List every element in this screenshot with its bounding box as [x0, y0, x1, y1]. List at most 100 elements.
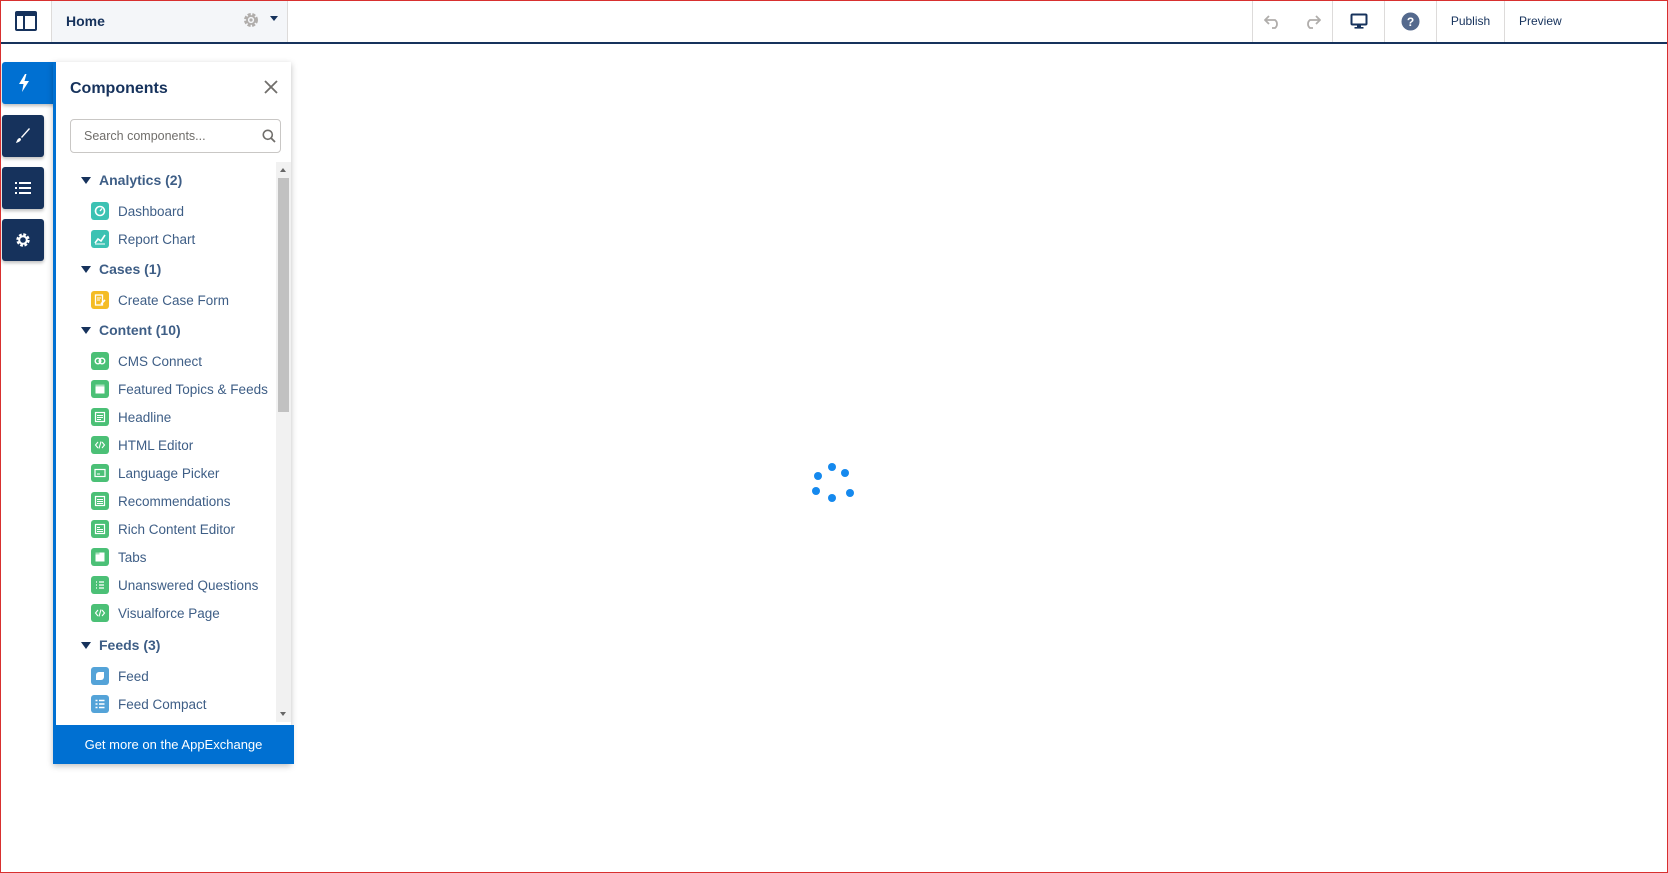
publish-button[interactable]: Publish — [1451, 0, 1490, 42]
component-label: Unanswered Questions — [118, 577, 259, 593]
component-language-picker[interactable]: Language Picker — [91, 462, 219, 484]
close-icon[interactable] — [264, 80, 278, 94]
rail-components-button[interactable] — [2, 62, 56, 104]
component-label: Visualforce Page — [118, 605, 220, 621]
spinner-dot — [814, 472, 822, 480]
layout-icon — [14, 11, 37, 31]
rail-theme-button[interactable] — [2, 115, 44, 157]
spinner-dot — [828, 494, 836, 502]
component-feed-compact[interactable]: Feed Compact — [91, 693, 207, 715]
components-panel: Components Analytics (2) Dashboard Repo — [53, 62, 294, 764]
component-create-case-form[interactable]: Create Case Form — [91, 289, 229, 311]
chevron-down-icon — [81, 265, 91, 273]
component-tabs[interactable]: Tabs — [91, 546, 147, 568]
component-featured-topics-feeds[interactable]: Featured Topics & Feeds — [91, 378, 268, 400]
component-label: Tabs — [118, 549, 147, 565]
component-label: Language Picker — [118, 465, 220, 481]
search-input[interactable] — [71, 120, 256, 152]
scroll-down-icon[interactable] — [280, 712, 286, 716]
panel-title: Components — [70, 80, 168, 97]
component-report-chart[interactable]: Report Chart — [91, 228, 195, 250]
spinner-dot — [828, 463, 836, 471]
group-analytics[interactable]: Analytics (2) — [81, 170, 182, 190]
list-icon — [15, 182, 31, 194]
builder-toolbar: Home ? Publish Preview — [0, 0, 1668, 44]
spinner-dot — [812, 487, 820, 495]
group-label: Cases (1) — [99, 261, 162, 277]
component-label: Feed Compact — [118, 696, 207, 712]
preview-button[interactable]: Preview — [1519, 0, 1562, 42]
help-group: ? — [1384, 0, 1436, 42]
panel-header: Components — [56, 62, 291, 114]
loading-spinner — [810, 463, 854, 507]
publish-group: Publish — [1436, 0, 1504, 42]
brush-icon — [16, 128, 30, 143]
group-label: Feeds (3) — [99, 637, 161, 653]
component-headline[interactable]: Headline — [91, 406, 171, 428]
preview-group: Preview — [1504, 0, 1668, 42]
feed-compact-icon — [91, 695, 109, 713]
component-label: CMS Connect — [118, 353, 203, 369]
search-icon — [262, 129, 276, 143]
component-label: Report Chart — [118, 231, 196, 247]
app-menu-button[interactable] — [0, 0, 52, 42]
spinner-dot — [841, 469, 849, 477]
appexchange-button[interactable]: Get more on the AppExchange — [53, 725, 294, 764]
dashboard-icon — [91, 202, 109, 220]
component-feed[interactable]: Feed — [91, 665, 149, 687]
scrollbar-thumb[interactable] — [278, 178, 289, 412]
headline-icon — [91, 408, 109, 426]
component-label: Rich Content Editor — [118, 521, 236, 537]
help-button[interactable]: ? — [1391, 0, 1431, 42]
chevron-down-icon — [81, 326, 91, 334]
desktop-icon — [1350, 13, 1367, 29]
rich-text-icon — [91, 520, 109, 538]
device-group — [1332, 0, 1384, 42]
feed-icon — [91, 667, 109, 685]
component-label: Headline — [118, 409, 172, 425]
device-preview-button[interactable] — [1339, 0, 1379, 42]
group-content[interactable]: Content (10) — [81, 320, 181, 340]
chevron-down-icon[interactable] — [270, 16, 278, 21]
component-label: Feed — [118, 668, 149, 684]
component-html-editor[interactable]: HTML Editor — [91, 434, 193, 456]
link-icon — [91, 352, 109, 370]
rail-page-structure-button[interactable] — [2, 167, 44, 209]
scrollbar[interactable] — [276, 162, 291, 722]
components-list: Analytics (2) Dashboard Report Chart Cas… — [56, 162, 276, 722]
component-label: Recommendations — [118, 493, 231, 509]
component-dashboard[interactable]: Dashboard — [91, 200, 184, 222]
component-label: Featured Topics & Feeds — [118, 381, 268, 397]
list-icon — [91, 576, 109, 594]
group-label: Content (10) — [99, 322, 181, 338]
group-label: Analytics (2) — [99, 172, 183, 188]
code-icon — [91, 436, 109, 454]
component-unanswered-questions[interactable]: Unanswered Questions — [91, 574, 258, 596]
component-recommendations[interactable]: Recommendations — [91, 490, 231, 512]
gear-icon — [16, 233, 30, 247]
recommendations-icon — [91, 492, 109, 510]
tabs-icon — [91, 548, 109, 566]
chevron-down-icon — [81, 641, 91, 649]
page-title: Home — [66, 13, 105, 29]
group-cases[interactable]: Cases (1) — [81, 259, 161, 279]
rail-settings-button[interactable] — [2, 219, 44, 261]
undo-button[interactable] — [1253, 0, 1293, 42]
redo-button[interactable] — [1293, 0, 1333, 42]
component-label: Create Case Form — [118, 292, 230, 308]
history-group — [1252, 0, 1332, 42]
redo-icon — [1307, 15, 1322, 29]
component-rich-content-editor[interactable]: Rich Content Editor — [91, 518, 235, 540]
component-cms-connect[interactable]: CMS Connect — [91, 350, 202, 372]
group-feeds[interactable]: Feeds (3) — [81, 635, 160, 655]
chart-icon — [91, 230, 109, 248]
undo-icon — [1263, 15, 1278, 29]
component-visualforce-page[interactable]: Visualforce Page — [91, 602, 220, 624]
page-selector[interactable]: Home — [52, 0, 288, 42]
help-icon: ? — [1401, 12, 1420, 30]
code-icon — [91, 604, 109, 622]
gear-icon[interactable] — [242, 11, 260, 29]
chevron-down-icon — [81, 176, 91, 184]
svg-text:?: ? — [1407, 15, 1414, 29]
scroll-up-icon[interactable] — [280, 168, 286, 172]
